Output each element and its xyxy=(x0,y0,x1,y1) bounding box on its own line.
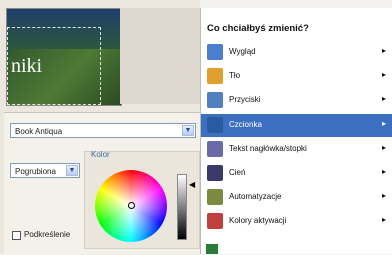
menu-item-przyciski[interactable]: Przyciski ▸ xyxy=(201,89,392,112)
menu-item-label: Kolory aktywacji xyxy=(229,216,287,226)
font-icon xyxy=(207,116,223,133)
underline-label: Podkreślenie xyxy=(24,230,71,239)
menu-item-tło[interactable]: Tło ▸ xyxy=(201,65,392,88)
menu-item-label: Czcionka xyxy=(229,119,262,129)
underline-checkbox[interactable] xyxy=(12,231,21,240)
font-style-select[interactable]: Pogrubiona ▼ xyxy=(10,163,80,178)
font-settings-panel: Book Antiqua ▼ Pogrubiona ▼ Kolor ◀ Podk… xyxy=(4,112,200,255)
partial-icon xyxy=(206,244,218,254)
preview-title-text: niki xyxy=(11,55,43,77)
font-family-select[interactable]: Book Antiqua ▼ xyxy=(10,123,196,138)
menu-item-wygląd[interactable]: Wygląd ▸ xyxy=(201,41,392,64)
chevron-down-icon[interactable]: ▼ xyxy=(66,165,78,176)
chevron-right-icon: ▸ xyxy=(381,191,386,201)
menu-item-label: Cień xyxy=(229,168,246,177)
color-picker-group: Kolor ◀ xyxy=(84,150,200,249)
automation-icon xyxy=(207,189,223,206)
header-text-icon xyxy=(207,140,223,157)
chevron-right-icon: ▸ xyxy=(381,215,386,225)
buttons-icon xyxy=(207,92,223,109)
font-style-value: Pogrubiona xyxy=(15,167,56,176)
menu-item-label: Tekst nagłówka/stopki xyxy=(229,143,307,153)
menu-item-cień[interactable]: Cień ▸ xyxy=(201,162,392,185)
page-preview: niki xyxy=(6,8,122,106)
color-label: Kolor xyxy=(91,150,110,159)
preview-background xyxy=(120,8,200,104)
menu-item-automatyzacje[interactable]: Automatyzacje ▸ xyxy=(201,186,392,209)
chevron-right-icon: ▸ xyxy=(381,94,386,104)
chevron-right-icon: ▸ xyxy=(381,118,386,128)
menu-item-tekst-nagłówka-stopki[interactable]: Tekst nagłówka/stopki ▸ xyxy=(201,138,392,161)
chevron-right-icon: ▸ xyxy=(381,167,386,176)
customization-menu: Co chciałbyś zmienić? Wygląd ▸ Tło ▸ Przycis… xyxy=(200,8,392,254)
chevron-right-icon: ▸ xyxy=(381,142,386,152)
brightness-slider[interactable] xyxy=(177,174,187,240)
font-family-value: Book Antiqua xyxy=(15,127,63,136)
menu-item-czcionka[interactable]: Czcionka ▸ xyxy=(201,113,392,137)
shadow-icon xyxy=(207,165,223,181)
menu-title: Co chciałbyś zmienić? xyxy=(207,23,309,34)
slider-arrow-icon[interactable]: ◀ xyxy=(189,180,195,189)
color-wheel[interactable] xyxy=(95,170,167,242)
menu-item-label: Tło xyxy=(229,71,241,81)
color-marker[interactable] xyxy=(128,202,135,209)
menu-item-label: Przyciski xyxy=(229,95,261,105)
activation-colors-icon xyxy=(207,213,223,230)
background-icon xyxy=(207,68,223,85)
chevron-right-icon: ▸ xyxy=(381,46,386,55)
menu-item-kolory-aktywacji[interactable]: Kolory aktywacji ▸ xyxy=(201,210,392,233)
menu-item-label: Automatyzacje xyxy=(229,192,282,202)
menu-item-label: Wygląd xyxy=(229,47,256,56)
layout-icon xyxy=(207,44,223,60)
chevron-right-icon: ▸ xyxy=(381,70,386,80)
chevron-down-icon[interactable]: ▼ xyxy=(182,125,194,136)
editor-area: niki Book Antiqua ▼ Pogrubiona ▼ Kolor ◀… xyxy=(0,0,200,255)
